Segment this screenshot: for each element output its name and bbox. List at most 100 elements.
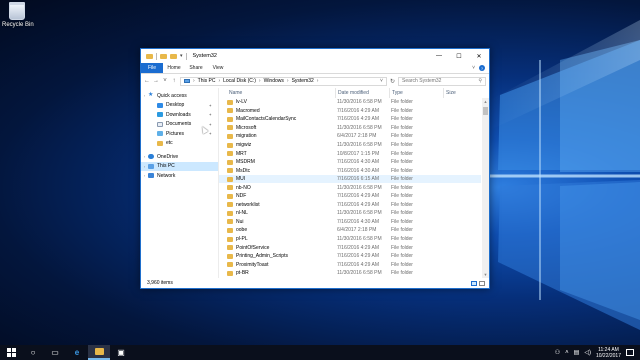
expand-ribbon-chevron-icon[interactable]: ˅ xyxy=(472,65,475,71)
file-rows: lv-LV 11/30/2016 6:58 PM File folder Macrom… xyxy=(219,98,481,278)
expand-chevron-icon[interactable]: › xyxy=(141,154,148,159)
volume-icon[interactable]: ◁) xyxy=(584,349,591,356)
nav-item-label: Desktop xyxy=(166,102,185,109)
scroll-down-arrow-icon[interactable]: ▼ xyxy=(482,271,489,278)
folder-icon xyxy=(227,227,233,233)
column-header-size[interactable]: Size xyxy=(443,88,481,98)
windows-logo-icon xyxy=(6,348,16,357)
breadcrumb-system32[interactable]: System32 xyxy=(292,78,314,84)
breadcrumb-separator: › xyxy=(316,78,319,84)
show-hidden-icons-chevron-icon[interactable]: ˄ xyxy=(565,350,569,356)
file-row[interactable]: MUI 7/16/2016 6:15 AM File folder xyxy=(219,174,481,184)
refresh-icon[interactable]: ↻ xyxy=(390,78,395,85)
nav-item-this-pc[interactable]: › This PC xyxy=(141,161,218,171)
file-name-cell: pt-BR xyxy=(219,270,335,276)
network-tray-icon[interactable]: ▤ xyxy=(574,349,580,356)
expand-chevron-icon[interactable]: › xyxy=(141,164,148,169)
cortana-search-icon[interactable]: ○ xyxy=(22,345,44,360)
file-row[interactable]: NDF 7/16/2016 4:29 AM File folder xyxy=(219,192,481,201)
customize-toolbar-chevron-icon[interactable]: ▾ xyxy=(180,53,183,59)
file-date: 10/8/2017 1:15 PM xyxy=(337,150,380,157)
this-pc-icon xyxy=(184,79,190,83)
file-row[interactable]: lv-LV 11/30/2016 6:58 PM File folder xyxy=(219,98,481,107)
file-row[interactable]: migration 6/4/2017 2:18 PM File folder xyxy=(219,132,481,141)
nav-item-onedrive[interactable]: › OneDrive xyxy=(141,152,218,162)
file-row[interactable]: networklist 7/16/2016 4:29 AM File folder xyxy=(219,201,481,210)
people-icon[interactable]: ⚇ xyxy=(555,349,560,356)
search-box[interactable]: ⚲ xyxy=(398,76,486,86)
help-icon[interactable]: ? xyxy=(479,65,485,71)
file-row[interactable]: Macromed 7/16/2016 4:29 AM File folder xyxy=(219,107,481,116)
task-view-icon[interactable]: ▭ xyxy=(44,345,66,360)
file-date: 11/30/2016 6:58 PM xyxy=(337,270,382,277)
file-row[interactable]: Printing_Admin_Scripts 7/16/2016 4:29 AM F… xyxy=(219,252,481,261)
action-center-icon[interactable] xyxy=(626,349,634,356)
file-row[interactable]: PointOfService 7/16/2016 4:29 AM File fold… xyxy=(219,243,481,252)
forward-arrow-icon[interactable]: → xyxy=(153,78,159,84)
title-bar[interactable]: ▾ System32 — ☐ ✕ xyxy=(141,49,489,63)
file-row[interactable]: MRT 10/8/2017 1:15 PM File folder xyxy=(219,149,481,158)
column-header-date-modified[interactable]: Date modified xyxy=(335,88,389,98)
tab-view[interactable]: View xyxy=(207,63,229,73)
new-folder-icon[interactable] xyxy=(170,53,177,59)
store-icon[interactable]: ▣ xyxy=(110,345,132,360)
file-name-cell: nb-NO xyxy=(219,185,335,191)
file-row[interactable]: pt-BR 11/30/2016 6:58 PM File folder xyxy=(219,269,481,278)
edge-browser-icon[interactable]: e xyxy=(66,345,88,360)
nav-item-etc[interactable]: etc xyxy=(141,139,218,149)
expand-chevron-icon[interactable]: › xyxy=(141,93,148,98)
large-icons-view-icon[interactable] xyxy=(479,280,485,286)
back-arrow-icon[interactable]: ← xyxy=(144,78,150,84)
file-row[interactable]: nl-NL 11/30/2016 6:58 PM File folder xyxy=(219,209,481,218)
file-row[interactable]: Nui 7/16/2016 4:30 AM File folder xyxy=(219,218,481,227)
file-row[interactable]: oobe 6/4/2017 2:18 PM File folder xyxy=(219,226,481,235)
file-row[interactable]: ProximityToast 7/16/2016 4:29 AM File fold… xyxy=(219,260,481,269)
file-explorer-taskbar-icon[interactable] xyxy=(88,345,110,360)
column-header-type[interactable]: Type xyxy=(389,88,443,98)
file-row[interactable]: Microsoft 11/30/2016 6:58 PM File folder xyxy=(219,124,481,133)
recent-locations-chevron-icon[interactable]: ˅ xyxy=(162,78,168,84)
tab-file[interactable]: File xyxy=(141,63,163,73)
start-button[interactable] xyxy=(0,345,22,360)
recycle-bin[interactable]: Recycle Bin xyxy=(2,2,34,28)
column-header-name[interactable]: Name xyxy=(219,90,335,96)
file-date: 7/16/2016 4:30 AM xyxy=(337,218,379,225)
file-row[interactable]: nb-NO 11/30/2016 6:58 PM File folder xyxy=(219,183,481,192)
details-view-icon[interactable] xyxy=(471,280,477,286)
address-bar[interactable]: › This PC › Local Disk (C:) › Windows › … xyxy=(180,76,387,86)
file-name: PointOfService xyxy=(236,244,270,251)
explorer-body: › ★ Quick access Desktop ✦ Downloads ✦ Document… xyxy=(141,88,489,278)
nav-item-desktop[interactable]: Desktop ✦ xyxy=(141,101,218,111)
file-row[interactable]: pl-PL 11/30/2016 6:58 PM File folder xyxy=(219,235,481,244)
file-row[interactable]: MailContactsCalendarSync 7/16/2016 4:29 A… xyxy=(219,115,481,124)
search-input[interactable] xyxy=(402,78,472,84)
scrollbar-thumb[interactable] xyxy=(483,107,488,115)
file-type: File folder xyxy=(391,244,413,251)
file-row[interactable]: MsDtc 7/16/2016 4:30 AM File folder xyxy=(219,166,481,175)
file-type: File folder xyxy=(391,99,413,106)
item-count: 3,960 items xyxy=(147,280,173,286)
breadcrumb-local-disk[interactable]: Local Disk (C:) xyxy=(223,78,256,84)
file-type: File folder xyxy=(391,107,413,114)
nav-item-label: etc xyxy=(166,140,173,147)
file-row[interactable]: migwiz 11/30/2016 6:58 PM File folder xyxy=(219,141,481,150)
file-row[interactable]: MSDRM 7/16/2016 4:30 AM File folder xyxy=(219,158,481,167)
nav-item-quick-access[interactable]: › ★ Quick access xyxy=(141,91,218,101)
properties-icon[interactable] xyxy=(160,53,167,59)
address-dropdown-chevron-icon[interactable]: ˅ xyxy=(380,78,383,84)
vertical-scrollbar[interactable]: ▲ ▼ xyxy=(482,98,489,278)
minimize-button[interactable]: — xyxy=(429,49,449,63)
clock[interactable]: 11:24 AM 10/22/2017 xyxy=(596,347,621,359)
up-arrow-icon[interactable]: ↑ xyxy=(171,78,177,84)
maximize-button[interactable]: ☐ xyxy=(449,49,469,63)
ribbon-right-controls: ˅ ? xyxy=(472,63,489,73)
nav-item-downloads[interactable]: Downloads ✦ xyxy=(141,110,218,120)
nav-item-network[interactable]: › Network xyxy=(141,171,218,181)
tab-share[interactable]: Share xyxy=(185,63,207,73)
breadcrumb-this-pc[interactable]: This PC xyxy=(198,78,216,84)
close-button[interactable]: ✕ xyxy=(469,49,489,63)
expand-chevron-icon[interactable]: › xyxy=(141,173,148,178)
breadcrumb-windows[interactable]: Windows xyxy=(264,78,284,84)
tab-home[interactable]: Home xyxy=(163,63,185,73)
scroll-up-arrow-icon[interactable]: ▲ xyxy=(482,98,489,105)
